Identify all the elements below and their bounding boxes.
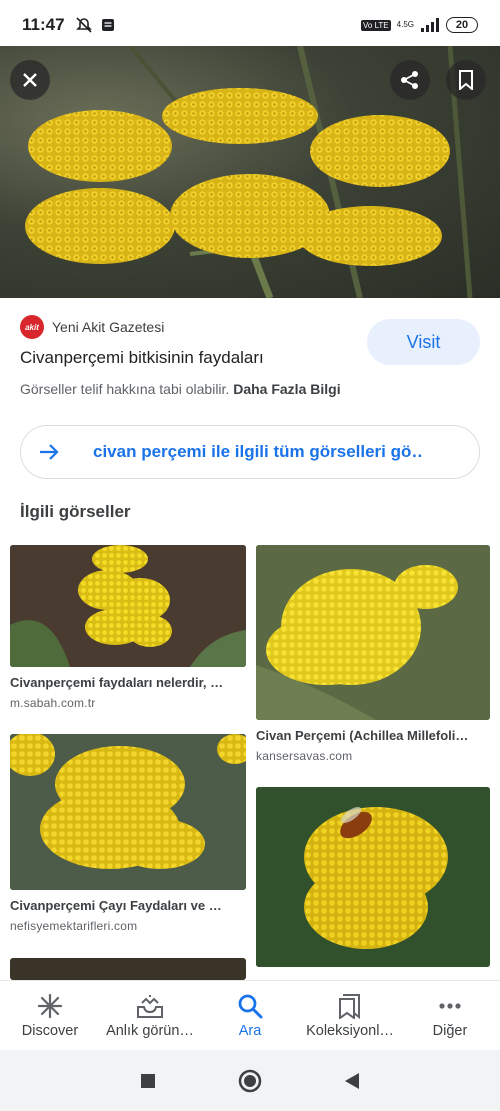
related-image-thumbnail[interactable] [256,545,490,720]
nav-label: Ara [238,1022,262,1039]
share-icon [401,71,418,89]
asterisk-icon [37,993,63,1018]
related-image-title: Civan Perçemi (Achillea Millefoli… [256,728,469,743]
copyright-notice: Görseller telif hakkına tabi olabilir. D… [20,381,341,397]
status-bar: 11:47 Vo LTE 4.5G 20 [0,0,500,50]
nav-collections[interactable]: Koleksiyonl… [300,981,400,1050]
message-icon [101,19,114,31]
status-right: Vo LTE 4.5G 20 [361,17,478,33]
close-button[interactable] [10,60,50,100]
battery-indicator: 20 [446,17,478,33]
related-image-card[interactable]: Civanperçemi faydaları nelerdir, … m.sab… [10,545,246,710]
network-type: 4.5G [396,20,414,29]
close-icon [23,73,37,87]
related-image-domain: m.sabah.com.tr [10,696,96,710]
more-dots-icon [439,1002,461,1009]
yarrow-with-insect-thumbnail-image [256,787,490,967]
do-not-disturb-icon [75,17,92,33]
home-circle-icon[interactable] [237,1068,263,1094]
related-image-domain: nefisyemektarifleri.com [10,919,138,933]
related-image-thumbnail[interactable] [10,545,246,667]
related-image-card[interactable] [10,958,246,980]
related-image-thumbnail[interactable] [256,787,490,967]
nav-more[interactable]: Diğer [400,981,500,1050]
nav-label: Anlık görün… [106,1022,194,1039]
related-image-card[interactable] [256,787,490,967]
back-triangle-icon[interactable] [343,1071,361,1091]
related-image-title: Civanperçemi faydaları nelerdir, … [10,675,224,690]
yarrow-thumbnail-image [10,734,246,890]
signal-icon [421,18,439,32]
bookmark-button[interactable] [446,60,486,100]
status-left-icons [75,16,115,34]
hero-image[interactable] [0,46,500,298]
bookmark-icon [459,70,473,90]
related-image-domain: kansersavas.com [256,749,353,763]
result-title[interactable]: Civanperçemi bitkisinin faydaları [20,348,264,368]
related-image-card[interactable]: Civan Perçemi (Achillea Millefoli… kanse… [256,545,490,763]
bottom-navigation: Discover Anlık görün… Ara Koleksiyonl… D… [0,980,500,1050]
share-button[interactable] [390,60,430,100]
nav-label: Diğer [432,1022,468,1039]
copyright-text: Görseller telif hakkına tabi olabilir. [20,381,230,397]
related-image-card[interactable]: Civanperçemi Çayı Faydaları ve … nefisye… [10,734,246,933]
search-icon [238,994,263,1018]
related-image-title: Civanperçemi Çayı Faydaları ve … [10,898,222,913]
status-time: 11:47 [22,15,65,34]
related-images-heading: İlgili görseller [20,502,131,521]
source-logo: akit [20,315,44,339]
related-image-thumbnail[interactable] [10,958,246,980]
nav-search[interactable]: Ara [200,981,300,1050]
related-image-thumbnail[interactable] [10,734,246,890]
nav-label: Koleksiyonl… [306,1022,394,1039]
arrow-right-icon [40,444,59,460]
source-row[interactable]: akit Yeni Akit Gazetesi [20,315,164,339]
recents-square-icon[interactable] [139,1072,157,1090]
system-navigation-bar [0,1050,500,1111]
nav-discover[interactable]: Discover [0,981,100,1050]
yarrow-thumbnail-image [10,545,246,667]
more-info-link[interactable]: Daha Fazla Bilgi [233,381,340,397]
inbox-tray-icon [137,994,163,1018]
visit-button[interactable]: Visit [367,319,480,365]
nav-snapshot[interactable]: Anlık görün… [100,981,200,1050]
all-images-button[interactable]: civan perçemi ile ilgili tüm görselleri … [20,425,480,479]
nav-label: Discover [21,1022,79,1039]
yarrow-thumbnail-image [256,545,490,720]
collections-icon [339,993,360,1019]
source-name[interactable]: Yeni Akit Gazetesi [52,319,164,335]
volte-badge: Vo LTE [361,19,391,31]
all-images-label: civan perçemi ile ilgili tüm görselleri … [93,442,423,461]
